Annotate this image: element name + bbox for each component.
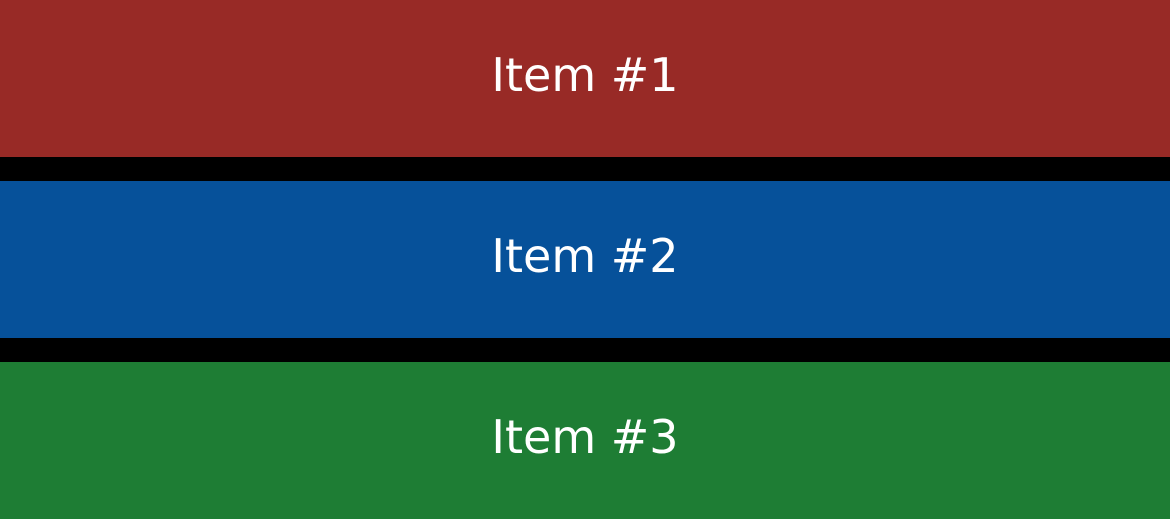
list-item-2[interactable]: Item #2 <box>0 181 1170 338</box>
list-item-3[interactable]: Item #3 <box>0 362 1170 519</box>
list-item-label: Item #3 <box>491 409 679 464</box>
list-item-label: Item #2 <box>491 228 679 283</box>
list-item-label: Item #1 <box>491 47 679 102</box>
item-list: Item #1 Item #2 Item #3 <box>0 0 1170 519</box>
list-item-1[interactable]: Item #1 <box>0 0 1170 157</box>
